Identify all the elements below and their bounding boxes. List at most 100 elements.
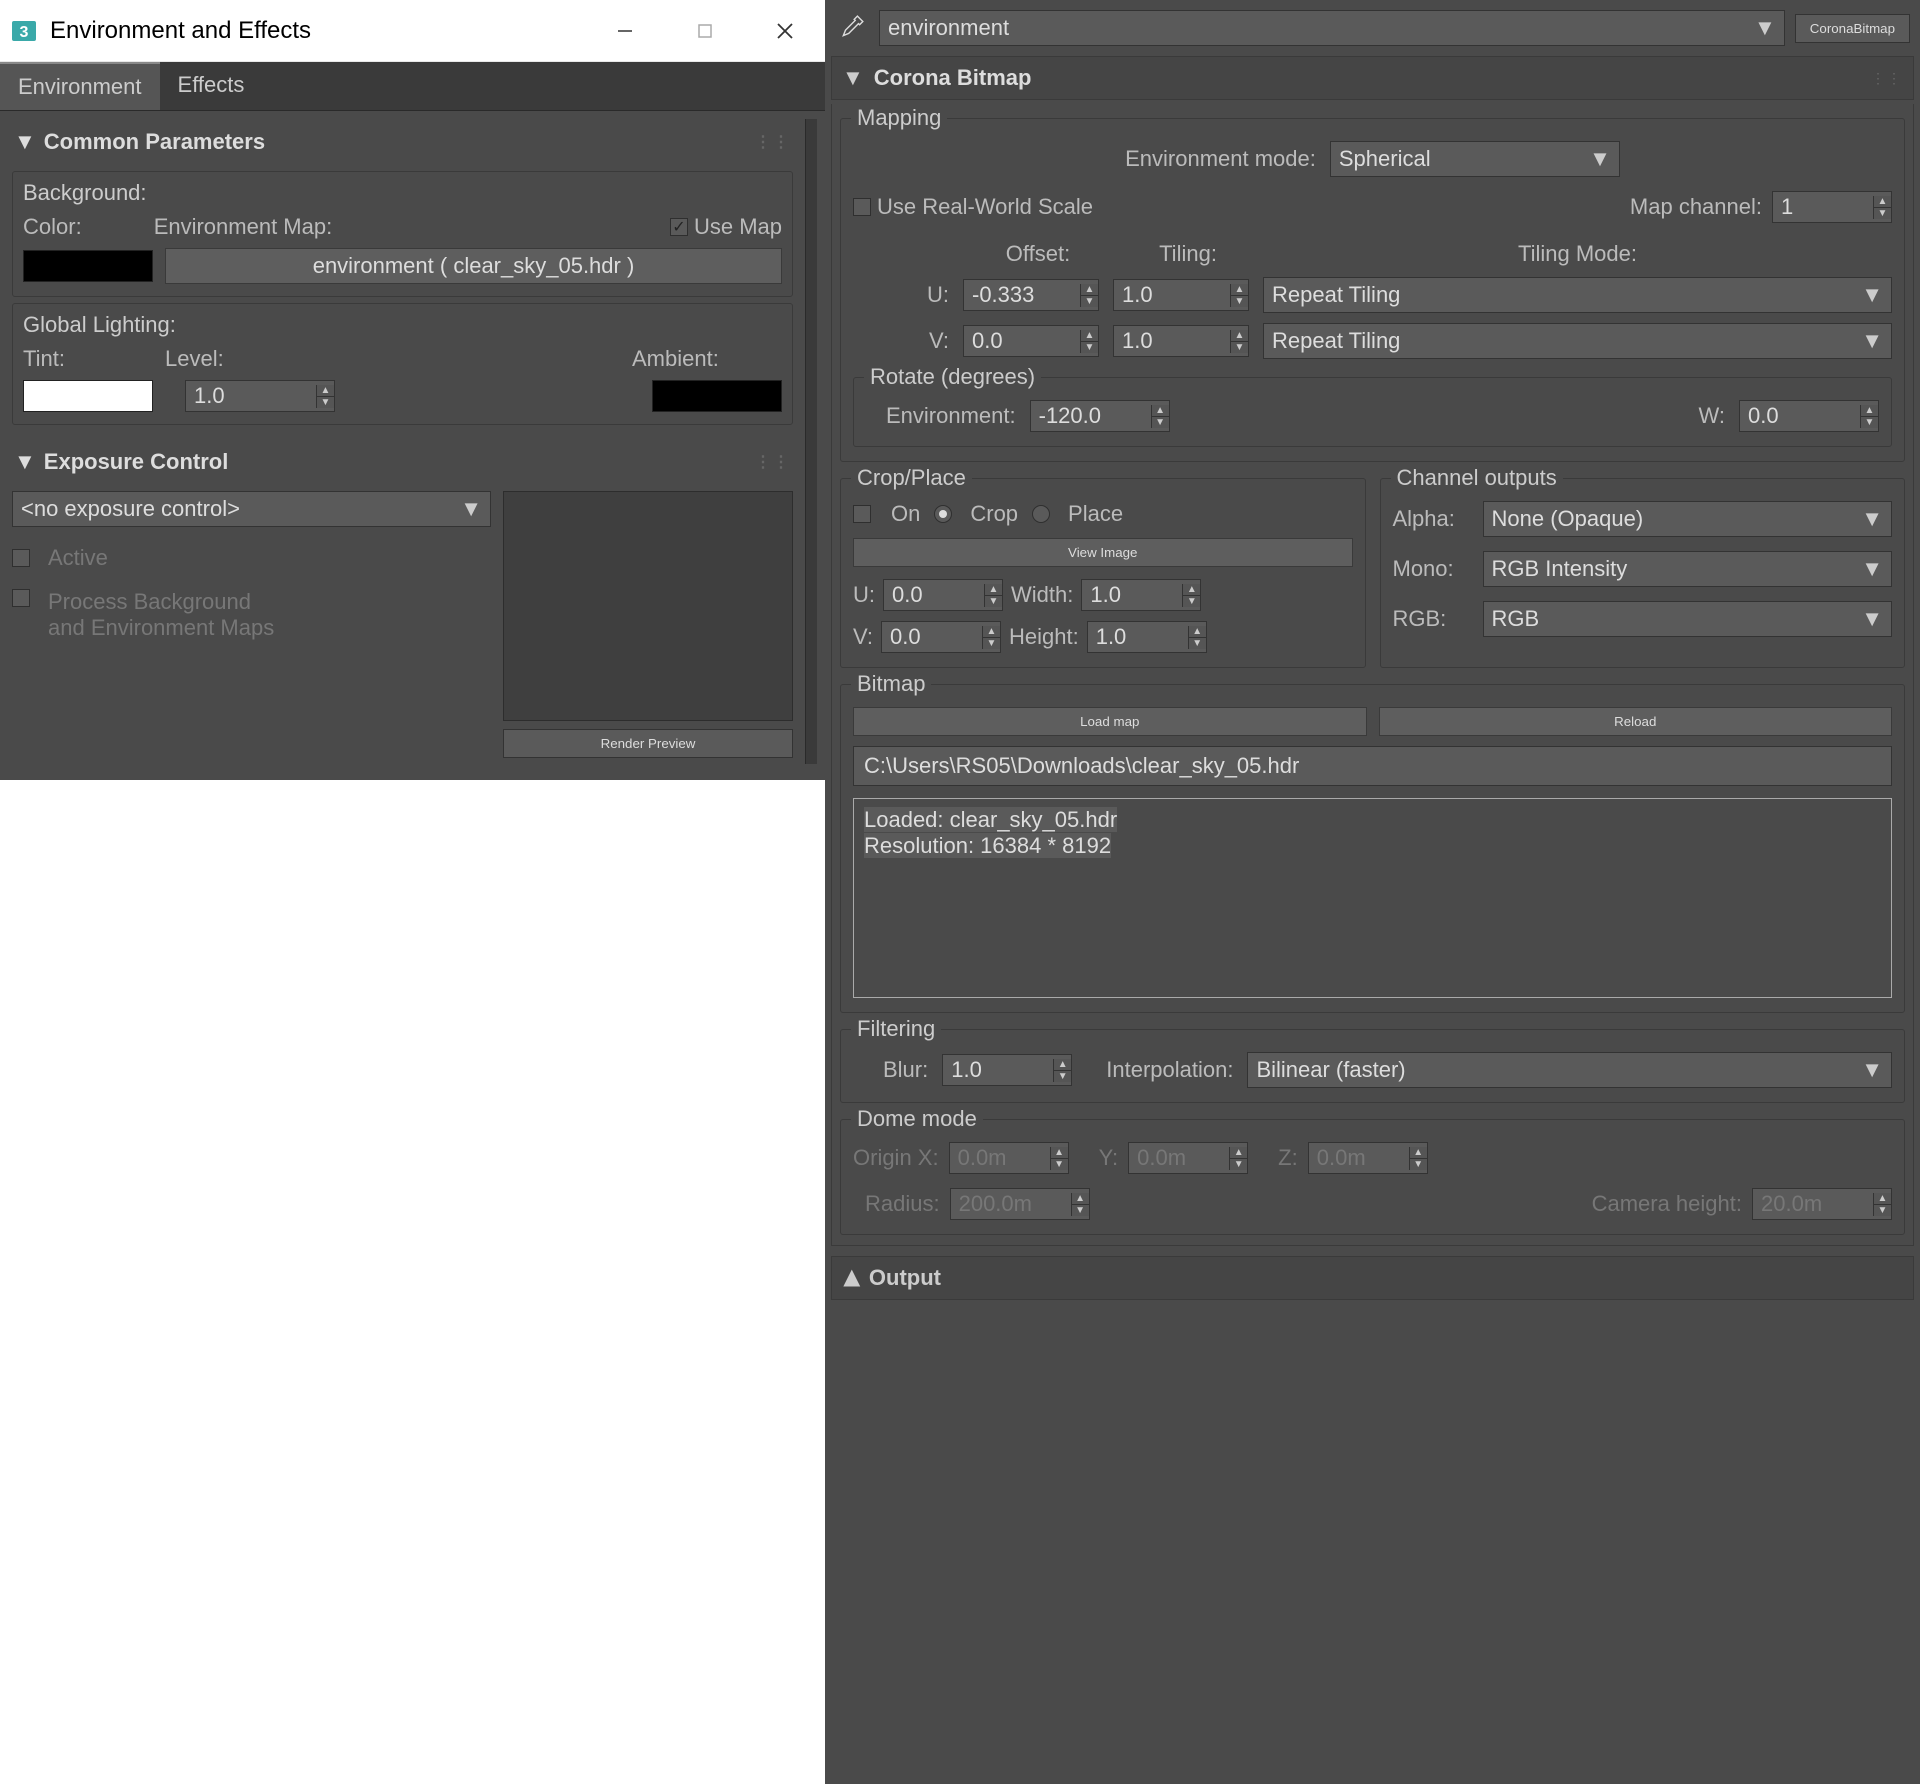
alpha-dropdown[interactable]: None (Opaque)▼ <box>1483 501 1893 537</box>
bitmap-path[interactable]: C:\Users\RS05\Downloads\clear_sky_05.hdr <box>853 746 1892 786</box>
ambient-swatch[interactable] <box>652 380 782 412</box>
rgb-dropdown[interactable]: RGB▼ <box>1483 601 1893 637</box>
active-label: Active <box>48 545 108 571</box>
tabs: Environment Effects <box>0 62 825 111</box>
material-type-button[interactable]: CoronaBitmap <box>1795 14 1910 43</box>
chevron-down-icon: ▼ <box>460 496 482 522</box>
material-editor-panel: environment ▼ CoronaBitmap ▼ Corona Bitm… <box>825 0 1920 1784</box>
u-tiling-mode-dropdown[interactable]: Repeat Tiling▼ <box>1263 277 1892 313</box>
rollup-exposure-control[interactable]: ▼ Exposure Control ⋮⋮ <box>8 439 797 485</box>
background-color-swatch[interactable] <box>23 250 153 282</box>
chevron-down-icon: ▼ <box>1754 15 1776 41</box>
chevron-down-icon: ▼ <box>842 65 864 91</box>
rollup-corona-bitmap[interactable]: ▼ Corona Bitmap ⋮⋮ <box>831 56 1914 100</box>
ambient-label: Ambient: <box>632 346 782 372</box>
process-bg-checkbox <box>12 589 30 607</box>
spinner-arrows[interactable]: ▲▼ <box>316 385 334 408</box>
process-bg-label-2: and Environment Maps <box>48 615 274 641</box>
map-channel-spinner[interactable]: 1 ▲▼ <box>1772 191 1892 223</box>
v-offset-spinner[interactable]: 0.0▲▼ <box>963 325 1099 357</box>
crop-radio[interactable] <box>934 505 952 523</box>
rotate-w-spinner[interactable]: 0.0▲▼ <box>1739 400 1879 432</box>
blur-spinner[interactable]: 1.0▲▼ <box>942 1054 1072 1086</box>
maximize-button[interactable] <box>685 11 725 51</box>
real-world-label: Use Real-World Scale <box>877 194 1093 220</box>
dome-y-spinner: 0.0m▲▼ <box>1128 1142 1248 1174</box>
drag-handle-icon[interactable]: ⋮⋮ <box>755 452 791 472</box>
drag-handle-icon[interactable]: ⋮⋮ <box>1871 70 1903 87</box>
tab-effects[interactable]: Effects <box>160 62 263 110</box>
dome-z-spinner: 0.0m▲▼ <box>1308 1142 1428 1174</box>
place-radio[interactable] <box>1032 505 1050 523</box>
v-tiling-spinner[interactable]: 1.0▲▼ <box>1113 325 1249 357</box>
tab-environment[interactable]: Environment <box>0 62 160 110</box>
fieldset-filtering: Filtering Blur: 1.0▲▼ Interpolation: Bil… <box>840 1029 1905 1103</box>
close-button[interactable] <box>765 11 805 51</box>
dome-camheight-spinner: 20.0m▲▼ <box>1752 1188 1892 1220</box>
fieldset-dome-mode: Dome mode Origin X: 0.0m▲▼ Y: 0.0m▲▼ Z: … <box>840 1119 1905 1235</box>
u-tiling-spinner[interactable]: 1.0▲▼ <box>1113 279 1249 311</box>
group-legend: Background: <box>23 180 147 206</box>
group-background: Background: Color: Environment Map: Use … <box>12 171 793 297</box>
level-spinner[interactable]: 1.0 ▲▼ <box>185 380 335 412</box>
exposure-control-dropdown[interactable]: <no exposure control> ▼ <box>12 491 491 527</box>
exposure-preview <box>503 491 793 721</box>
crop-height-spinner[interactable]: 1.0▲▼ <box>1087 621 1207 653</box>
render-preview-button[interactable]: Render Preview <box>503 729 793 758</box>
drag-handle-icon[interactable]: ⋮⋮ <box>755 132 791 152</box>
window-title: Environment and Effects <box>50 17 605 45</box>
fieldset-channel-outputs: Channel outputs Alpha: None (Opaque)▼ Mo… <box>1380 478 1906 668</box>
rollup-title: Common Parameters <box>44 129 265 155</box>
active-checkbox <box>12 549 30 567</box>
app-icon: 3 <box>8 15 40 47</box>
environment-map-button[interactable]: environment ( clear_sky_05.hdr ) <box>165 248 782 284</box>
crop-u-spinner[interactable]: 0.0▲▼ <box>883 579 1003 611</box>
u-offset-spinner[interactable]: -0.333▲▼ <box>963 279 1099 311</box>
crop-width-spinner[interactable]: 1.0▲▼ <box>1081 579 1201 611</box>
real-world-checkbox[interactable] <box>853 198 871 216</box>
bitmap-info: Loaded: clear_sky_05.hdr Resolution: 163… <box>853 798 1892 998</box>
titlebar: 3 Environment and Effects <box>0 0 825 62</box>
chevron-right-icon: ▶ <box>837 1270 863 1287</box>
view-image-button[interactable]: View Image <box>853 538 1353 567</box>
crop-on-checkbox[interactable] <box>853 505 871 523</box>
chevron-down-icon: ▼ <box>1589 146 1611 172</box>
process-bg-label-1: Process Background <box>48 589 274 615</box>
envmap-label: Environment Map: <box>154 214 658 240</box>
group-legend: Global Lighting: <box>23 312 176 338</box>
rollup-title: Exposure Control <box>44 449 229 475</box>
fieldset-mapping: Mapping Environment mode: Spherical ▼ Us… <box>840 118 1905 462</box>
svg-text:3: 3 <box>20 24 29 41</box>
use-map-checkbox[interactable] <box>670 218 688 236</box>
chevron-down-icon: ▼ <box>14 129 36 155</box>
rollup-output[interactable]: ▶ Output <box>831 1256 1914 1300</box>
group-global-lighting: Global Lighting: Tint: Level: Ambient: 1… <box>12 303 793 425</box>
env-mode-dropdown[interactable]: Spherical ▼ <box>1330 141 1620 177</box>
use-map-label: Use Map <box>694 214 782 240</box>
v-tiling-mode-dropdown[interactable]: Repeat Tiling▼ <box>1263 323 1892 359</box>
map-channel-label: Map channel: <box>1630 194 1762 220</box>
rotate-env-spinner[interactable]: -120.0▲▼ <box>1030 400 1170 432</box>
tint-swatch[interactable] <box>23 380 153 412</box>
reload-button[interactable]: Reload <box>1379 707 1893 736</box>
material-name-dropdown[interactable]: environment ▼ <box>879 10 1785 46</box>
fieldset-rotate: Rotate (degrees) Environment: -120.0▲▼ W… <box>853 377 1892 447</box>
color-label: Color: <box>23 214 82 240</box>
scrollbar[interactable] <box>805 119 817 764</box>
environment-effects-window: 3 Environment and Effects Environment Ef… <box>0 0 825 1784</box>
eyedropper-icon[interactable] <box>835 11 869 45</box>
chevron-down-icon: ▼ <box>14 449 36 475</box>
load-map-button[interactable]: Load map <box>853 707 1367 736</box>
rollup-common-parameters[interactable]: ▼ Common Parameters ⋮⋮ <box>8 119 797 165</box>
mono-dropdown[interactable]: RGB Intensity▼ <box>1483 551 1893 587</box>
crop-v-spinner[interactable]: 0.0▲▼ <box>881 621 1001 653</box>
dome-x-spinner: 0.0m▲▼ <box>949 1142 1069 1174</box>
fieldset-bitmap: Bitmap Load map Reload C:\Users\RS05\Dow… <box>840 684 1905 1013</box>
minimize-button[interactable] <box>605 11 645 51</box>
level-label: Level: <box>165 346 620 372</box>
interpolation-dropdown[interactable]: Bilinear (faster)▼ <box>1247 1052 1892 1088</box>
dome-radius-spinner: 200.0m▲▼ <box>950 1188 1090 1220</box>
fieldset-crop-place: Crop/Place On Crop Place View Image U: 0… <box>840 478 1366 668</box>
tint-label: Tint: <box>23 346 153 372</box>
env-mode-label: Environment mode: <box>1125 146 1316 172</box>
